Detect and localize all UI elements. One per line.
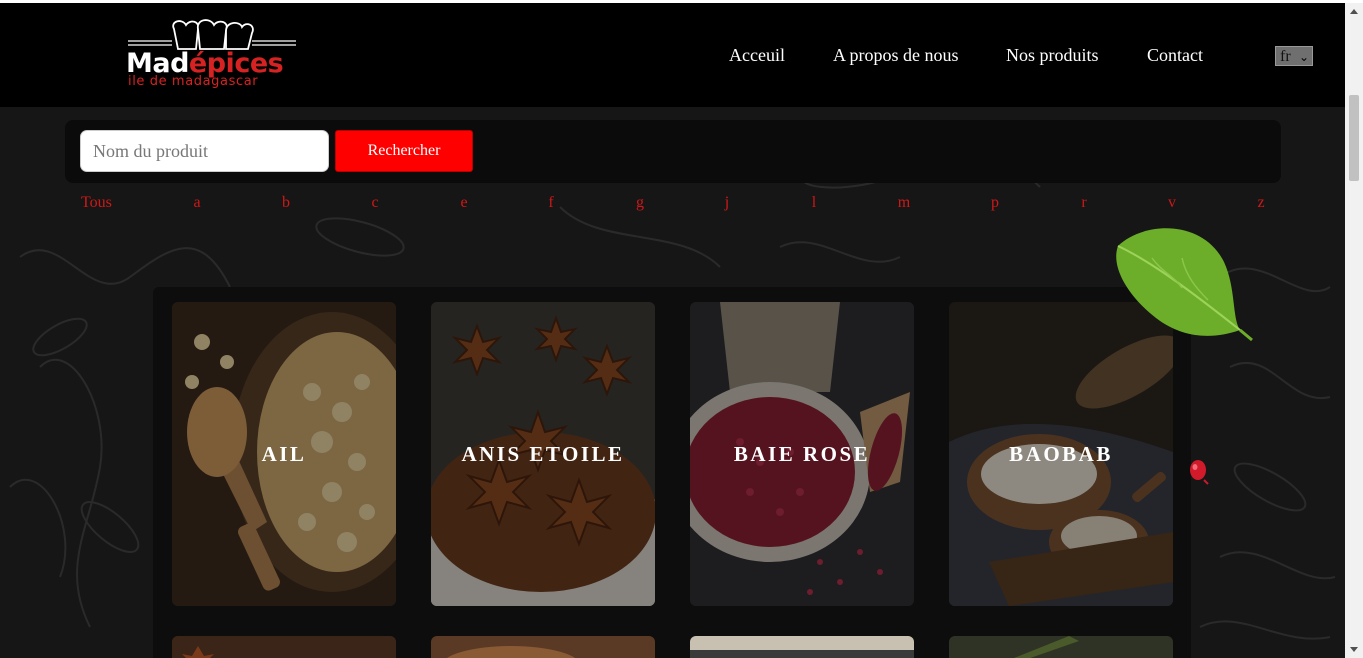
nav-link-a-propos[interactable]: A propos de nous <box>833 45 959 65</box>
scroll-down-arrow-icon[interactable] <box>1350 647 1358 652</box>
product-card-anis-etoile[interactable]: ANIS ETOILE <box>431 302 655 606</box>
product-card-baobab[interactable]: BAOBAB <box>949 302 1173 606</box>
nav-link-acceuil[interactable]: Acceuil <box>729 45 785 65</box>
filter-letter-m[interactable]: m <box>898 194 910 212</box>
nav-link-contact[interactable]: Contact <box>1147 45 1203 65</box>
filter-letter-b[interactable]: b <box>282 194 290 212</box>
scroll-up-arrow-icon[interactable] <box>1350 9 1358 14</box>
spice-image <box>690 636 914 658</box>
product-card-row2-3[interactable] <box>690 636 914 658</box>
madepices-logo[interactable]: Madépices ile de madagascar <box>126 19 298 93</box>
pink-berry-icon <box>1190 460 1209 485</box>
filter-letter-c[interactable]: c <box>371 194 378 212</box>
star-anise-image <box>172 636 396 658</box>
product-card-row2-4[interactable] <box>949 636 1173 658</box>
product-card-baie-rose[interactable]: BAIE ROSE <box>690 302 914 606</box>
spice-image <box>431 636 655 658</box>
filter-letter-j[interactable]: j <box>725 194 729 212</box>
logo-subtitle: ile de madagascar <box>128 74 259 89</box>
product-name: BAOBAB <box>1009 442 1113 466</box>
basil-leaf-icon <box>1116 228 1253 342</box>
filter-all[interactable]: Tous <box>81 194 112 212</box>
spice-image <box>949 636 1173 658</box>
logo-wordmark: Madépices <box>126 48 284 79</box>
site-header: Madépices ile de madagascar Acceuil A pr… <box>0 3 1345 107</box>
filter-letter-p[interactable]: p <box>991 194 999 212</box>
scrollbar-thumb[interactable] <box>1349 95 1359 181</box>
language-select-value: fr <box>1280 48 1291 65</box>
product-card-row2-2[interactable] <box>431 636 655 658</box>
chevron-down-icon: ⌄ <box>1298 50 1309 64</box>
filter-letter-f[interactable]: f <box>548 194 553 212</box>
filter-letter-l[interactable]: l <box>812 194 816 212</box>
filter-letter-g[interactable]: g <box>636 194 644 212</box>
search-button[interactable]: Rechercher <box>335 130 473 172</box>
filter-letter-a[interactable]: a <box>193 194 200 212</box>
product-card-ail[interactable]: AIL <box>172 302 396 606</box>
nav-link-nos-produits[interactable]: Nos produits <box>1006 45 1099 65</box>
filter-letter-r[interactable]: r <box>1081 194 1086 212</box>
language-select[interactable]: fr ⌄ <box>1275 46 1313 66</box>
filter-letter-v[interactable]: v <box>1168 194 1176 212</box>
filter-letter-e[interactable]: e <box>460 194 467 212</box>
product-name: ANIS ETOILE <box>461 442 625 466</box>
vertical-scrollbar[interactable] <box>1345 3 1363 658</box>
product-name: BAIE ROSE <box>733 442 871 466</box>
product-name: AIL <box>261 442 307 466</box>
product-card-row2-1[interactable] <box>172 636 396 658</box>
filter-letter-z[interactable]: z <box>1257 194 1264 212</box>
product-search-input[interactable] <box>80 130 329 172</box>
